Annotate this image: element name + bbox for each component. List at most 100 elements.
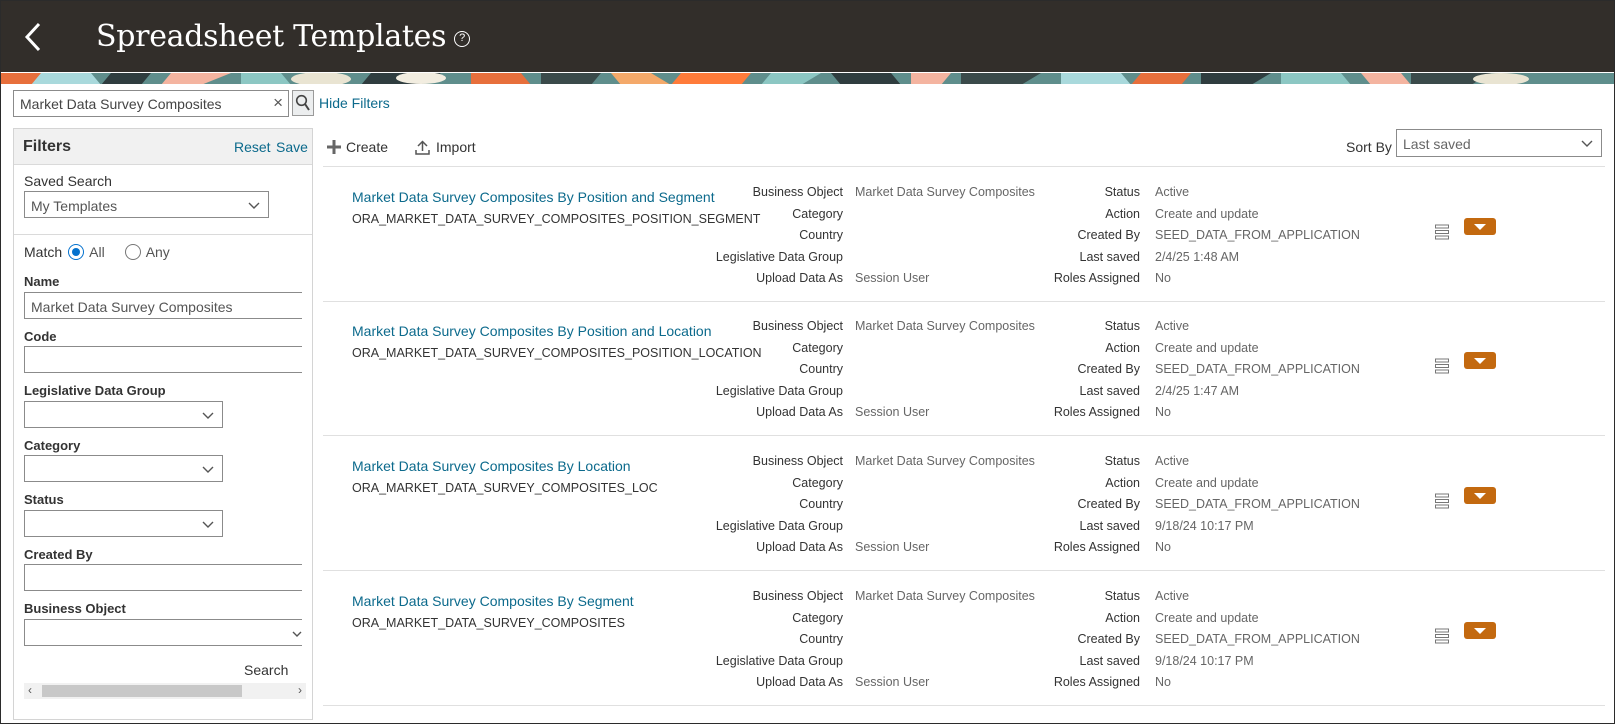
template-name-link[interactable]: Market Data Survey Composites By Segment — [352, 593, 634, 609]
upload-icon — [415, 139, 430, 155]
field-value-status: Active — [1155, 589, 1190, 603]
list-view-icon[interactable] — [1435, 358, 1449, 379]
match-any-radio[interactable] — [124, 244, 141, 260]
field-value-business-object: Market Data Survey Composites — [855, 319, 1035, 333]
create-label: Create — [346, 139, 389, 155]
category-select[interactable] — [24, 455, 223, 482]
field-value-status: Active — [1155, 454, 1190, 468]
sort-by-select[interactable]: Last saved — [1396, 129, 1602, 157]
search-button[interactable] — [292, 90, 314, 116]
field-value-upload-data-as: Session User — [855, 540, 930, 554]
sort-by-value: Last saved — [1403, 136, 1471, 152]
help-icon[interactable]: ? — [454, 30, 471, 47]
scroll-right-icon[interactable]: › — [298, 683, 302, 697]
filters-horizontal-scrollbar[interactable]: ‹ › — [24, 683, 306, 699]
ldg-select[interactable] — [24, 401, 223, 428]
save-filters-link[interactable]: Save — [276, 139, 308, 155]
back-button[interactable] — [19, 17, 51, 57]
actions-menu-button[interactable] — [1464, 218, 1496, 235]
field-value-roles-assigned: No — [1155, 271, 1171, 285]
name-field-value: Market Data Survey Composites — [31, 299, 233, 315]
field-value-upload-data-as: Session User — [855, 675, 930, 689]
actions-menu-button[interactable] — [1464, 352, 1496, 369]
field-label-upload-data-as: Upload Data As — [756, 540, 843, 554]
template-name-link[interactable]: Market Data Survey Composites By Locatio… — [352, 458, 631, 474]
category-label: Category — [24, 438, 81, 453]
filters-panel: Filters Reset Save Saved Search My Templ… — [13, 128, 313, 720]
field-label-country: Country — [799, 362, 843, 376]
field-label-category: Category — [792, 475, 843, 490]
template-name-link[interactable]: Market Data Survey Composites By Positio… — [352, 323, 712, 339]
field-value-created-by: SEED_DATA_FROM_APPLICATION — [1155, 497, 1360, 511]
chevron-down-icon — [202, 466, 214, 473]
reset-filters-link[interactable]: Reset — [234, 139, 271, 155]
sort-by-label: Sort By — [1346, 139, 1392, 155]
field-value-created-by: SEED_DATA_FROM_APPLICATION — [1155, 362, 1360, 376]
field-label-category: Category — [792, 206, 843, 221]
field-label-status: Status — [1104, 319, 1140, 333]
page-title: Spreadsheet Templates — [96, 19, 447, 54]
chevron-down-icon — [248, 202, 260, 209]
keyword-search-value: Market Data Survey Composites — [20, 95, 222, 112]
field-label-upload-data-as: Upload Data As — [756, 271, 843, 285]
field-label-status: Status — [1104, 185, 1140, 199]
field-label-created-by: Created By — [1077, 228, 1140, 242]
saved-search-value: My Templates — [31, 198, 118, 214]
status-select[interactable] — [24, 510, 223, 537]
filters-search-button[interactable]: Search — [244, 662, 288, 678]
field-label-country: Country — [799, 632, 843, 646]
field-value-created-by: SEED_DATA_FROM_APPLICATION — [1155, 228, 1360, 242]
field-label-upload-data-as: Upload Data As — [756, 675, 843, 689]
field-value-upload-data-as: Session User — [855, 271, 930, 285]
keyword-search-bar: Market Data Survey Composites × Hide Fil… — [13, 89, 390, 117]
template-row: Market Data Survey Composites By Locatio… — [323, 436, 1605, 571]
field-label-ldg: Legislative Data Group — [715, 249, 843, 264]
keyword-search-input[interactable]: Market Data Survey Composites × — [13, 89, 289, 117]
clear-search-icon[interactable]: × — [273, 93, 283, 113]
match-all-label: All — [89, 244, 105, 260]
scrollbar-thumb[interactable] — [42, 685, 242, 697]
import-button[interactable]: Import — [415, 139, 476, 155]
template-row: Market Data Survey Composites By Segment… — [323, 571, 1605, 706]
field-value-roles-assigned: No — [1155, 540, 1171, 554]
saved-search-label: Saved Search — [24, 173, 112, 189]
field-value-last-saved: 2/4/25 1:47 AM — [1155, 383, 1240, 398]
field-label-country: Country — [799, 497, 843, 511]
field-value-roles-assigned: No — [1155, 405, 1171, 419]
list-view-icon[interactable] — [1435, 628, 1449, 649]
code-label: Code — [24, 329, 57, 344]
field-value-created-by: SEED_DATA_FROM_APPLICATION — [1155, 632, 1360, 646]
field-value-action: Create and update — [1155, 610, 1259, 625]
field-label-category: Category — [792, 610, 843, 625]
field-label-business-object: Business Object — [752, 589, 843, 603]
actions-menu-button[interactable] — [1464, 622, 1496, 639]
field-label-roles-assigned: Roles Assigned — [1053, 271, 1140, 285]
results-toolbar: Create Import Sort By Last saved — [323, 129, 1603, 167]
chevron-down-icon — [1581, 140, 1593, 147]
created-by-label: Created By — [24, 547, 93, 562]
create-button[interactable]: Create — [327, 139, 388, 155]
hide-filters-link[interactable]: Hide Filters — [319, 95, 390, 111]
name-field[interactable]: Market Data Survey Composites — [24, 292, 302, 319]
list-view-icon[interactable] — [1435, 224, 1449, 245]
actions-menu-button[interactable] — [1464, 487, 1496, 504]
field-value-business-object: Market Data Survey Composites — [855, 589, 1035, 603]
code-field[interactable] — [24, 346, 302, 373]
template-row: Market Data Survey Composites By Positio… — [323, 301, 1605, 436]
field-label-last-saved: Last saved — [1079, 249, 1140, 264]
scroll-left-icon[interactable]: ‹ — [28, 683, 32, 697]
list-view-icon[interactable] — [1435, 493, 1449, 514]
field-label-created-by: Created By — [1077, 362, 1140, 376]
template-code: ORA_MARKET_DATA_SURVEY_COMPOSITES_LOC — [352, 481, 658, 495]
plus-icon — [327, 140, 341, 154]
field-value-last-saved: 9/18/24 10:17 PM — [1155, 653, 1254, 668]
template-row: Market Data Survey Composites By Positio… — [323, 167, 1605, 302]
saved-search-select[interactable]: My Templates — [24, 191, 269, 218]
filters-divider — [14, 234, 312, 235]
field-value-roles-assigned: No — [1155, 675, 1171, 689]
match-all-radio[interactable] — [68, 244, 85, 260]
business-object-select[interactable] — [24, 619, 302, 646]
template-name-link[interactable]: Market Data Survey Composites By Positio… — [352, 189, 715, 205]
field-label-ldg: Legislative Data Group — [715, 518, 843, 533]
created-by-field[interactable] — [24, 564, 302, 591]
